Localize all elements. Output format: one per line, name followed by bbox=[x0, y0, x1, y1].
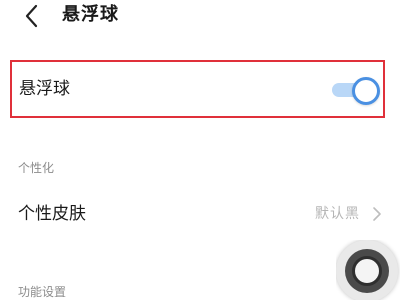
floating-ball-settings-page: 悬浮球 悬浮球 个性化 个性皮肤 默认黑 功能设置 bbox=[0, 0, 400, 300]
back-button[interactable] bbox=[18, 2, 48, 32]
floating-ball-toggle[interactable] bbox=[332, 76, 380, 105]
chevron-left-icon bbox=[25, 4, 38, 28]
floating-ball-label: 悬浮球 bbox=[19, 79, 70, 99]
floating-ball-icon[interactable] bbox=[336, 240, 400, 300]
personal-skin-label: 个性皮肤 bbox=[18, 204, 86, 224]
personal-skin-value: 默认黑 bbox=[315, 206, 360, 222]
section-title-function-settings: 功能设置 bbox=[18, 285, 67, 299]
personal-skin-row[interactable]: 个性皮肤 默认黑 bbox=[0, 195, 400, 235]
section-title-personalization: 个性化 bbox=[18, 161, 55, 175]
floating-ball-center bbox=[352, 256, 382, 286]
page-title: 悬浮球 bbox=[62, 4, 119, 25]
floating-ball-toggle-row[interactable]: 悬浮球 bbox=[10, 60, 385, 118]
header: 悬浮球 bbox=[0, 0, 400, 40]
chevron-right-icon bbox=[373, 207, 381, 221]
toggle-knob bbox=[352, 77, 380, 105]
